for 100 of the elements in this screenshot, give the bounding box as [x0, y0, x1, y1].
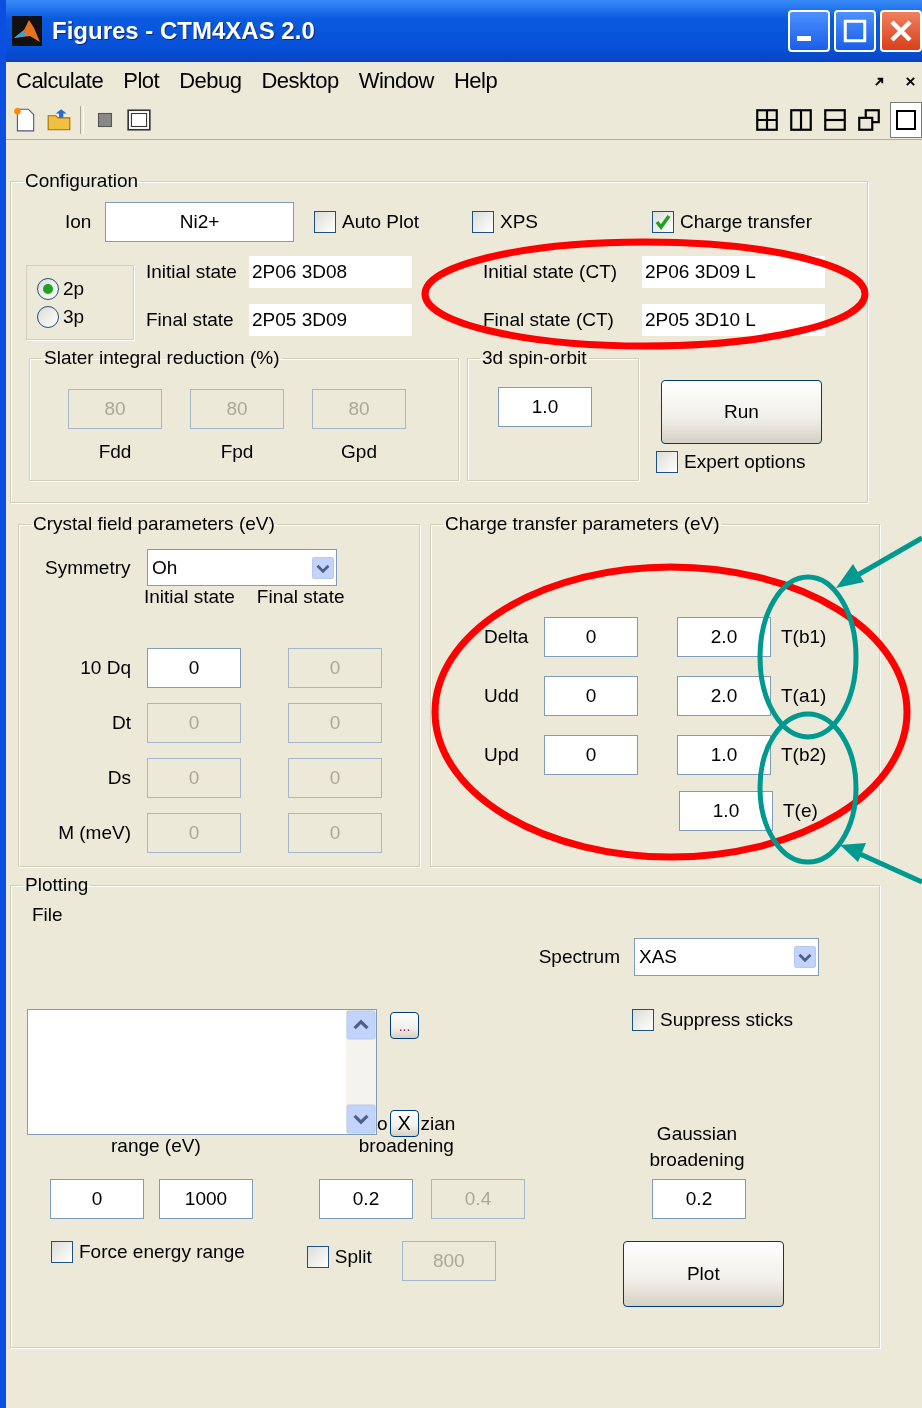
hopping-field[interactable]: 1.0 [677, 735, 771, 775]
parameter-label: Udd [484, 685, 519, 706]
close-icon[interactable] [905, 75, 916, 87]
ct-state-field[interactable]: 2P05 3D10 L [642, 304, 825, 336]
lorentzian-label-part: zian [420, 1112, 456, 1135]
panel-title: Crystal field parameters (eV) [32, 513, 276, 535]
menu-item[interactable]: Desktop [261, 68, 339, 94]
browse-button[interactable]: ... [390, 1012, 419, 1039]
tile-columns-icon[interactable] [788, 106, 814, 133]
lorentzian-field[interactable]: 0.2 [319, 1179, 413, 1219]
slater-label: Fpd [220, 441, 254, 463]
file-listbox[interactable] [27, 1009, 377, 1135]
radio-button[interactable] [37, 277, 59, 300]
float-window-icon[interactable] [856, 106, 882, 133]
tile-grid-icon[interactable] [754, 106, 780, 133]
parameter-field[interactable]: 0 [544, 617, 638, 657]
gaussian-field[interactable]: 0.2 [652, 1179, 746, 1219]
parameter-label: Upd [484, 744, 519, 765]
panel-title: 3d spin-orbit [481, 347, 588, 369]
checkbox-label: Suppress sticks [660, 1009, 794, 1031]
ct-state-label: Final state (CT) [483, 309, 615, 331]
checkbox[interactable] [632, 1009, 654, 1031]
parameter-label: M (meV) [57, 822, 131, 844]
checkbox-label: Expert options [684, 451, 806, 473]
folder-icon[interactable] [46, 106, 72, 133]
symmetry-label: Symmetry [45, 556, 132, 579]
spectrum-label: Spectrum [538, 946, 620, 968]
checkbox[interactable] [656, 451, 678, 473]
minimize-icon [797, 35, 811, 41]
checkbox-label: Force energy range [79, 1241, 245, 1263]
panel-title: Configuration [24, 171, 140, 192]
menu-item[interactable]: Calculate [16, 68, 104, 94]
radio-label: 3p [63, 305, 85, 328]
hopping-label: T(a1) [781, 685, 827, 707]
window-icon[interactable] [126, 106, 152, 133]
clear-button[interactable]: X [389, 1110, 419, 1137]
ct-state-field[interactable]: 2P06 3D09 L [642, 256, 825, 288]
maximize-button[interactable] [834, 10, 876, 52]
initial-state-field[interactable]: 0 [147, 648, 241, 688]
plot-button[interactable]: Plot [622, 1241, 784, 1307]
file-label: File [32, 904, 64, 926]
checkbox[interactable] [314, 211, 336, 233]
checkbox[interactable] [51, 1241, 73, 1263]
symmetry-dropdown[interactable]: Oh [147, 549, 337, 586]
scroll-up-icon[interactable] [346, 1010, 376, 1040]
broadening-label: broadening [358, 1135, 454, 1157]
parameter-label: Dt [111, 712, 131, 734]
scrollbar[interactable] [346, 1010, 376, 1134]
panel-title: Plotting [24, 874, 90, 896]
slater-label: Gpd [341, 441, 377, 463]
menu-item[interactable]: Plot [123, 68, 160, 94]
range-field[interactable]: 1000 [159, 1179, 253, 1219]
run-button[interactable]: Run [661, 380, 822, 444]
lorentzian-label-part: o [377, 1112, 388, 1135]
hopping-field[interactable]: 1.0 [679, 791, 773, 831]
spectrum-dropdown[interactable]: XAS [634, 938, 819, 976]
checkbox-label: Split [334, 1246, 372, 1268]
menu-item[interactable]: Help [453, 68, 498, 94]
panel-title: Charge transfer parameters (eV) [444, 513, 721, 535]
radio-label: 2p [63, 277, 85, 300]
state-field[interactable]: 2P06 3D08 [249, 256, 412, 288]
column-header: Final state [256, 586, 345, 608]
slater-label: Fdd [98, 441, 132, 463]
hopping-field[interactable]: 2.0 [677, 617, 771, 657]
panel-title: Slater integral reduction (%) [43, 347, 281, 369]
hopping-field[interactable]: 2.0 [677, 676, 771, 716]
maximize-figure-icon[interactable] [890, 101, 922, 138]
ion-field[interactable]: Ni2+ [105, 202, 294, 242]
ion-label: Ion [65, 211, 93, 233]
window-title: Figures - CTM4XAS 2.0 [52, 17, 315, 45]
state-label: Initial state [146, 261, 238, 283]
menu-item[interactable]: Debug [179, 68, 242, 94]
parameter-label: Ds [106, 767, 131, 789]
checkbox-label: XPS [500, 211, 539, 233]
ct-state-label: Initial state (CT) [483, 261, 619, 283]
parameter-label: 10 Dq [79, 657, 131, 679]
checkbox[interactable] [652, 211, 674, 233]
column-header: Initial state [144, 586, 235, 608]
hopping-label: T(b1) [781, 626, 827, 648]
scroll-down-icon[interactable] [346, 1104, 376, 1134]
gaussian-label: Gaussian broadening [648, 1122, 746, 1172]
menu-item[interactable]: Window [358, 68, 434, 94]
close-button[interactable] [880, 10, 922, 52]
parameter-field[interactable]: 0 [544, 735, 638, 775]
radio-button[interactable] [37, 305, 59, 328]
logo-icon [12, 16, 42, 46]
hopping-label: T(b2) [781, 744, 827, 766]
checkbox[interactable] [472, 211, 494, 233]
undock-icon[interactable] [874, 75, 885, 87]
minimize-button[interactable] [788, 10, 830, 52]
range-label: range (eV) [111, 1135, 201, 1157]
state-field[interactable]: 2P05 3D09 [249, 304, 412, 336]
state-label: Final state [146, 309, 235, 331]
checkbox-label: Auto Plot [342, 211, 420, 233]
spin-orbit-field[interactable]: 1.0 [498, 387, 592, 427]
range-field[interactable]: 0 [50, 1179, 144, 1219]
parameter-field[interactable]: 0 [544, 676, 638, 716]
tile-rows-icon[interactable] [822, 106, 848, 133]
checkbox-label: Charge transfer [680, 211, 812, 233]
parameter-label: Delta [484, 626, 529, 647]
